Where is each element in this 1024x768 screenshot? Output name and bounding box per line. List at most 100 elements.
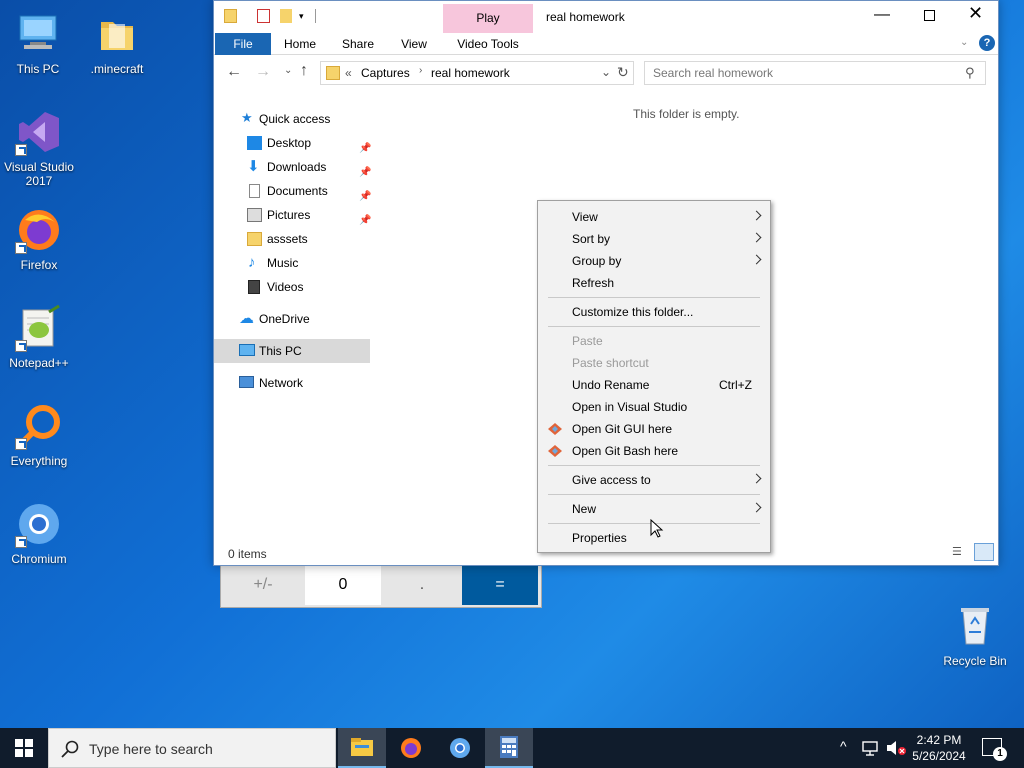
chevron-right-icon: › — [419, 65, 423, 76]
menu-label: New — [572, 502, 597, 516]
tab-home[interactable]: Home — [276, 33, 324, 55]
nav-asssets[interactable]: asssets — [214, 227, 370, 251]
help-icon[interactable]: ? — [979, 35, 995, 51]
taskbar-search-input[interactable]: Type here to search — [89, 741, 213, 757]
new-folder-quick-icon[interactable] — [280, 9, 292, 23]
desktop-icon-everything[interactable]: Everything — [1, 402, 77, 468]
menu-label: Customize this folder... — [572, 305, 694, 319]
minimize-icon[interactable]: — — [874, 6, 890, 24]
desktop-icon-notepadpp[interactable]: Notepad++ — [1, 304, 77, 370]
taskbar-firefox[interactable] — [387, 728, 435, 768]
taskbar-file-explorer[interactable] — [338, 728, 386, 768]
nav-label: Quick access — [259, 112, 331, 126]
maximize-icon[interactable] — [924, 10, 935, 21]
music-note-icon: ♪ — [248, 254, 256, 271]
contextual-tab-play[interactable]: Play — [443, 4, 533, 33]
tab-share[interactable]: Share — [334, 33, 382, 55]
nav-pictures[interactable]: Pictures 📌 — [214, 203, 371, 227]
breadcrumb-captures[interactable]: Captures — [361, 66, 410, 80]
taskbar-search-box[interactable]: Type here to search — [48, 728, 336, 768]
volume-muted-icon[interactable] — [886, 740, 906, 756]
search-input[interactable]: Search real homework — [653, 66, 773, 80]
address-dropdown-icon[interactable]: ⌄ — [601, 65, 611, 79]
nav-label: asssets — [267, 232, 308, 246]
tab-file[interactable]: File — [215, 33, 271, 55]
nav-network[interactable]: Network — [214, 371, 370, 395]
menu-item-refresh[interactable]: Refresh — [538, 272, 770, 294]
menu-item-sort-by[interactable]: Sort by — [538, 228, 770, 250]
desktop-icon-recycle-bin[interactable]: Recycle Bin — [937, 602, 1013, 668]
network-icon[interactable] — [862, 740, 880, 756]
desktop-icon-this-pc[interactable]: This PC — [0, 10, 76, 76]
nav-label: Documents — [267, 184, 328, 198]
details-view-icon[interactable]: ☰ — [952, 545, 968, 559]
calc-negate-key[interactable]: +/- — [223, 565, 303, 605]
refresh-icon[interactable]: ↻ — [617, 64, 629, 81]
menu-item-undo-rename[interactable]: Undo Rename Ctrl+Z — [538, 374, 770, 396]
up-arrow-icon[interactable]: ↑ — [300, 62, 308, 80]
desktop-icon-firefox[interactable]: Firefox — [1, 206, 77, 272]
menu-item-view[interactable]: View — [538, 206, 770, 228]
menu-item-open-visual-studio[interactable]: Open in Visual Studio — [538, 396, 770, 418]
calc-decimal-key[interactable]: . — [383, 565, 461, 605]
menu-item-open-git-bash[interactable]: Open Git Bash here — [538, 440, 770, 462]
chromium-icon — [15, 500, 63, 548]
nav-videos[interactable]: Videos — [214, 275, 370, 299]
desktop-icon-label: Visual Studio 2017 — [4, 160, 74, 188]
back-arrow-icon[interactable]: ← — [226, 63, 242, 81]
menu-separator — [548, 297, 760, 298]
taskbar: Type here to search ^ 2:42 PM 5/26/2024 … — [0, 728, 1024, 768]
menu-label: Refresh — [572, 276, 615, 290]
close-icon[interactable]: ✕ — [968, 3, 983, 24]
system-clock[interactable]: 2:42 PM 5/26/2024 — [906, 732, 972, 764]
show-hidden-icons-chevron-icon[interactable]: ^ — [840, 738, 847, 754]
nav-quick-access[interactable]: ★ Quick access — [214, 107, 370, 131]
nav-onedrive[interactable]: ☁ OneDrive — [214, 307, 370, 331]
recycle-bin-icon — [951, 602, 999, 650]
nav-label: Music — [267, 256, 299, 270]
tab-video-tools[interactable]: Video Tools — [448, 33, 528, 55]
desktop-icon-chromium[interactable]: Chromium — [1, 500, 77, 566]
calc-zero-key[interactable]: 0 — [305, 565, 381, 605]
nav-label: Network — [259, 376, 304, 390]
nav-desktop[interactable]: Desktop 📌 — [214, 131, 371, 155]
chevron-right-icon — [751, 232, 762, 243]
properties-quick-icon[interactable] — [257, 9, 270, 23]
menu-item-group-by[interactable]: Group by — [538, 250, 770, 272]
nav-downloads[interactable]: ⬇ Downloads 📌 — [214, 155, 371, 179]
navigation-pane: ★ Quick access Desktop 📌 ⬇ Downloads 📌 D… — [214, 97, 372, 537]
star-icon: ★ — [241, 110, 253, 125]
window-title: real homework — [546, 10, 625, 24]
chevron-right-icon — [751, 473, 762, 484]
taskbar-chromium[interactable] — [436, 728, 484, 768]
desktop-icon-minecraft[interactable]: .minecraft — [79, 10, 155, 76]
nav-label: Pictures — [267, 208, 311, 222]
calc-equals-key[interactable]: = — [462, 565, 538, 605]
recent-locations-icon[interactable]: ⌄ — [284, 65, 292, 76]
taskbar-calculator[interactable] — [485, 728, 533, 768]
chevron-right-icon — [751, 210, 762, 221]
expand-ribbon-icon[interactable]: ⌄ — [960, 37, 968, 48]
quick-access-dropdown-icon[interactable]: ▾ — [299, 11, 304, 22]
git-icon — [548, 423, 562, 435]
nav-music[interactable]: ♪ Music — [214, 251, 370, 275]
menu-item-customize-folder[interactable]: Customize this folder... — [538, 301, 770, 323]
search-box[interactable]: Search real homework ⚲ — [644, 61, 986, 85]
address-bar[interactable]: « Captures › real homework ⌄ ↻ — [320, 61, 634, 85]
tab-view[interactable]: View — [390, 33, 438, 55]
large-icons-view-icon[interactable] — [974, 543, 994, 561]
document-icon — [249, 184, 260, 198]
folder-icon — [326, 66, 340, 80]
start-button[interactable] — [0, 728, 48, 768]
menu-item-give-access[interactable]: Give access to — [538, 469, 770, 491]
desktop-icon-visual-studio[interactable]: Visual Studio 2017 — [1, 108, 77, 188]
search-icon[interactable]: ⚲ — [965, 65, 975, 81]
breadcrumb-overflow[interactable]: « — [345, 66, 352, 80]
menu-item-open-git-gui[interactable]: Open Git GUI here — [538, 418, 770, 440]
breadcrumb-real-homework[interactable]: real homework — [431, 66, 510, 80]
notification-center-icon[interactable]: 1 — [982, 738, 1007, 761]
menu-item-new[interactable]: New — [538, 498, 770, 520]
nav-this-pc[interactable]: This PC — [214, 339, 370, 363]
forward-arrow-icon[interactable]: → — [255, 63, 271, 81]
nav-documents[interactable]: Documents 📌 — [214, 179, 371, 203]
